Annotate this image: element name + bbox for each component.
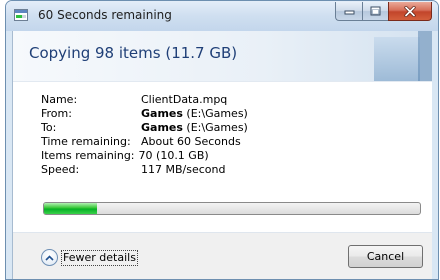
from-label: From:: [41, 107, 72, 120]
name-label: Name:: [41, 93, 78, 106]
detail-row-items-remaining: Items remaining: 70 (10.1 GB): [41, 149, 209, 163]
copy-progress-icon: [14, 9, 28, 21]
window-title: 60 Seconds remaining: [38, 8, 172, 22]
copy-progress-fill: [44, 203, 97, 214]
close-button[interactable]: [388, 2, 432, 21]
speed-value: 117 MB/second: [141, 163, 226, 176]
items-remaining-value: 70 (10.1 GB): [138, 149, 209, 162]
chevron-up-icon[interactable]: [41, 249, 58, 266]
maximize-icon: [370, 6, 381, 16]
detail-row-time-remaining: Time remaining: About 60 Seconds: [41, 135, 241, 149]
close-icon: [404, 5, 416, 17]
minimize-icon: [344, 10, 354, 15]
detail-row-from: From: Games (E:\Games): [41, 107, 248, 121]
items-remaining-label: Items remaining:: [41, 149, 135, 162]
copy-details: Name: ClientData.mpq From: Games (E:\Games…: [41, 93, 248, 177]
caption-buttons: [335, 2, 432, 22]
detail-row-name: Name: ClientData.mpq: [41, 93, 227, 107]
time-remaining-value: About 60 Seconds: [141, 135, 241, 148]
dialog-content: Copying 98 items (11.7 GB) Name: ClientDa…: [12, 31, 432, 279]
title-bar[interactable]: 60 Seconds remaining: [6, 1, 438, 31]
header-decoration: [374, 37, 420, 81]
name-value: ClientData.mpq: [141, 93, 228, 106]
copy-summary-title: Copying 98 items (11.7 GB): [29, 44, 238, 62]
detail-row-to: To: Games (E:\Games): [41, 121, 248, 135]
to-label: To:: [41, 121, 57, 134]
to-folder-path: (E:\Games): [182, 121, 248, 134]
time-remaining-label: Time remaining:: [41, 135, 131, 148]
fewer-details-label[interactable]: Fewer details: [61, 249, 138, 266]
from-value: Games (E:\Games): [141, 107, 248, 121]
from-folder-name[interactable]: Games: [141, 107, 183, 120]
header-band: Copying 98 items (11.7 GB): [13, 31, 432, 82]
maximize-button[interactable]: [362, 2, 388, 21]
detail-row-speed: Speed: 117 MB/second: [41, 163, 225, 177]
minimize-button[interactable]: [335, 2, 362, 21]
copy-progress-bar: [43, 202, 421, 215]
fewer-details-toggle[interactable]: Fewer details: [41, 249, 138, 266]
from-folder-path: (E:\Games): [182, 107, 248, 120]
to-value: Games (E:\Games): [141, 121, 248, 135]
header-decoration-edge: [418, 31, 432, 81]
to-folder-name[interactable]: Games: [141, 121, 183, 134]
copy-dialog-window: 60 Seconds remaining Copying 98 items (1…: [5, 0, 439, 280]
cancel-button[interactable]: Cancel: [348, 245, 423, 268]
speed-label: Speed:: [41, 163, 80, 176]
